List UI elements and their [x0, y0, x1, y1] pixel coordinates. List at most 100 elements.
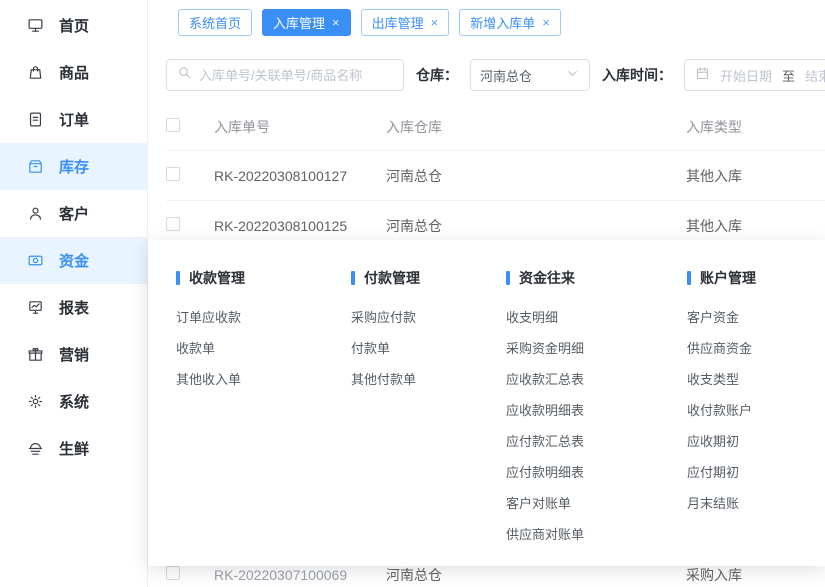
- tab-outbound-management[interactable]: 出库管理 ×: [361, 9, 450, 36]
- column-header-warehouse: 入库仓库: [386, 117, 686, 137]
- main-content: 系统首页 入库管理 × 出库管理 × 新增入库单 × 仓库： 河南总: [148, 0, 825, 587]
- type-cell: 其他入库: [686, 216, 825, 236]
- menu-item[interactable]: 应收款明细表: [506, 395, 687, 426]
- warehouse-cell: 河南总仓: [386, 565, 686, 585]
- sidebar-item-home[interactable]: 首页: [0, 2, 147, 49]
- inbound-time-label: 入库时间：: [602, 65, 672, 85]
- sidebar-item-label: 客户: [59, 203, 89, 224]
- menu-item[interactable]: 应收款汇总表: [506, 364, 687, 395]
- tab-label: 新增入库单: [470, 13, 535, 32]
- menu-section-title: 资金往来: [506, 268, 687, 288]
- select-all-checkbox[interactable]: [166, 118, 180, 132]
- menu-item[interactable]: 客户资金: [687, 302, 825, 333]
- sidebar-item-label: 生鲜: [59, 438, 89, 459]
- home-icon: [26, 17, 44, 35]
- menu-section-title: 收款管理: [176, 268, 351, 288]
- sidebar-item-label: 首页: [59, 15, 89, 36]
- gift-icon: [26, 346, 44, 364]
- sidebar-item-funds[interactable]: 资金: [0, 237, 147, 284]
- tab-inbound-management[interactable]: 入库管理 ×: [262, 9, 351, 36]
- sidebar-item-label: 库存: [59, 156, 89, 177]
- sidebar-item-reports[interactable]: 报表: [0, 284, 147, 331]
- sidebar-item-label: 营销: [59, 344, 89, 365]
- search-input[interactable]: [166, 59, 404, 91]
- gear-icon: [26, 393, 44, 411]
- sidebar-item-marketing[interactable]: 营销: [0, 331, 147, 378]
- menu-item[interactable]: 应收期初: [687, 426, 825, 457]
- table-header-row: 入库单号 入库仓库 入库类型: [166, 103, 825, 151]
- close-icon[interactable]: ×: [332, 16, 340, 29]
- inbound-orders-table: 入库单号 入库仓库 入库类型 RK-20220308100127 河南总仓 其他…: [166, 103, 825, 251]
- row-checkbox[interactable]: [166, 566, 180, 580]
- column-header-order-no: 入库单号: [214, 117, 386, 137]
- table-row[interactable]: RK-20220308100127 河南总仓 其他入库: [166, 151, 825, 201]
- sidebar: 首页 商品 订单 库存 客户 资金 报表 营销: [0, 0, 148, 587]
- section-marker-icon: [506, 271, 510, 285]
- sidebar-item-goods[interactable]: 商品: [0, 49, 147, 96]
- sidebar-item-orders[interactable]: 订单: [0, 96, 147, 143]
- sidebar-item-fresh[interactable]: 生鲜: [0, 425, 147, 472]
- row-checkbox[interactable]: [166, 167, 180, 181]
- sidebar-item-system[interactable]: 系统: [0, 378, 147, 425]
- calendar-icon: [695, 66, 710, 84]
- menu-item[interactable]: 订单应收款: [176, 302, 351, 333]
- start-date-placeholder[interactable]: 开始日期: [720, 66, 772, 85]
- end-date-placeholder[interactable]: 结束日期: [805, 66, 825, 85]
- app-window: 首页 商品 订单 库存 客户 资金 报表 营销: [0, 0, 825, 587]
- sidebar-item-label: 商品: [59, 62, 89, 83]
- menu-item[interactable]: 其他收入单: [176, 364, 351, 395]
- range-separator: 至: [782, 66, 795, 85]
- bag-icon: [26, 64, 44, 82]
- warehouse-label: 仓库：: [416, 65, 458, 85]
- column-header-type: 入库类型: [686, 117, 825, 137]
- warehouse-cell: 河南总仓: [386, 216, 686, 236]
- box-icon: [26, 158, 44, 176]
- menu-item[interactable]: 其他付款单: [351, 364, 506, 395]
- search-field[interactable]: [199, 68, 393, 83]
- menu-item[interactable]: 付款单: [351, 333, 506, 364]
- tab-label: 系统首页: [189, 13, 241, 32]
- row-checkbox[interactable]: [166, 217, 180, 231]
- menu-item[interactable]: 月末结账: [687, 488, 825, 519]
- sidebar-item-label: 订单: [59, 109, 89, 130]
- close-icon[interactable]: ×: [542, 16, 550, 29]
- menu-item[interactable]: 应付款明细表: [506, 457, 687, 488]
- tab-new-inbound-order[interactable]: 新增入库单 ×: [459, 9, 561, 36]
- menu-section-title: 付款管理: [351, 268, 506, 288]
- menu-item[interactable]: 采购应付款: [351, 302, 506, 333]
- order-no-cell: RK-20220308100127: [214, 168, 386, 184]
- warehouse-select[interactable]: 河南总仓: [470, 59, 590, 91]
- menu-item[interactable]: 采购资金明细: [506, 333, 687, 364]
- menu-item[interactable]: 收支明细: [506, 302, 687, 333]
- date-range-picker[interactable]: 开始日期 至 结束日期: [684, 59, 825, 91]
- type-cell: 采购入库: [686, 565, 821, 585]
- sidebar-item-label: 报表: [59, 297, 89, 318]
- tab-system-home[interactable]: 系统首页: [178, 9, 252, 36]
- menu-item[interactable]: 客户对账单: [506, 488, 687, 519]
- sidebar-item-customers[interactable]: 客户: [0, 190, 147, 237]
- menu-item[interactable]: 供应商对账单: [506, 519, 687, 550]
- funds-mega-menu: 收款管理 订单应收款 收款单 其他收入单 付款管理 采购应付款 付款单 其他付款…: [148, 240, 825, 566]
- filter-bar: 仓库： 河南总仓 入库时间： 开始日期 至 结束日期: [148, 45, 825, 103]
- document-icon: [26, 111, 44, 129]
- menu-item[interactable]: 供应商资金: [687, 333, 825, 364]
- search-icon: [177, 65, 192, 85]
- money-icon: [26, 252, 44, 270]
- food-icon: [26, 440, 44, 458]
- order-no-cell: RK-20220307100069: [214, 567, 386, 583]
- menu-column-account-management: 账户管理 客户资金 供应商资金 收支类型 收付款账户 应收期初 应付期初 月末结…: [687, 268, 825, 566]
- close-icon[interactable]: ×: [431, 16, 439, 29]
- menu-item[interactable]: 应付期初: [687, 457, 825, 488]
- menu-item[interactable]: 收款单: [176, 333, 351, 364]
- menu-item[interactable]: 应付款汇总表: [506, 426, 687, 457]
- warehouse-select-value: 河南总仓: [480, 66, 532, 85]
- sidebar-item-label: 资金: [59, 250, 89, 271]
- menu-item[interactable]: 收付款账户: [687, 395, 825, 426]
- tab-label: 入库管理: [273, 13, 325, 32]
- menu-column-receipts: 收款管理 订单应收款 收款单 其他收入单: [176, 268, 351, 566]
- section-marker-icon: [351, 271, 355, 285]
- menu-item[interactable]: 收支类型: [687, 364, 825, 395]
- order-no-cell: RK-20220308100125: [214, 218, 386, 234]
- sidebar-item-inventory[interactable]: 库存: [0, 143, 147, 190]
- chart-icon: [26, 299, 44, 317]
